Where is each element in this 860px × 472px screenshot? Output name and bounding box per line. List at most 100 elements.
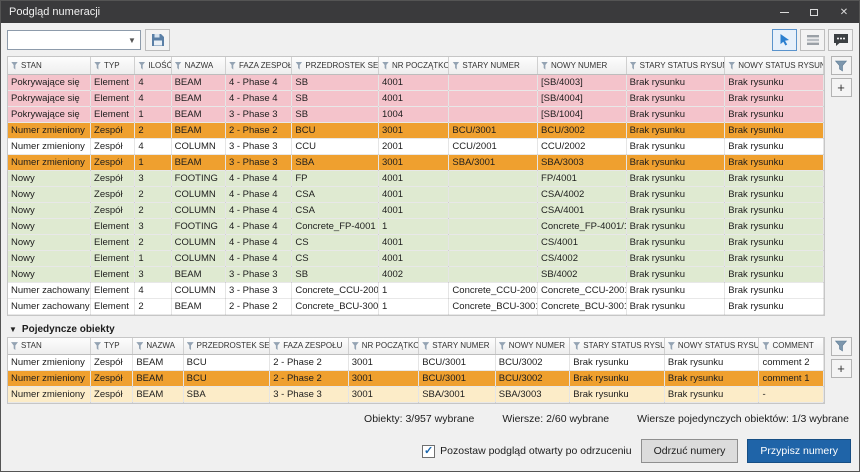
table-cell[interactable]: BCU/3001 [449,122,538,138]
table-cell[interactable]: 4 - Phase 4 [225,234,291,250]
table-cell[interactable]: Concrete_BCU-3001/1 [538,298,627,314]
table-cell[interactable]: Brak rysunku [725,170,824,186]
maximize-button[interactable] [799,1,829,23]
filter-icon[interactable] [11,62,18,70]
filter-icon[interactable] [273,342,280,350]
table-cell[interactable] [449,218,538,234]
filter-icon[interactable] [187,342,194,350]
table-cell[interactable]: SBA/3001 [449,154,538,170]
column-header-typ[interactable]: TYP [91,338,133,355]
table-cell[interactable]: Brak rysunku [626,250,725,266]
table-cell[interactable]: 4 [135,90,171,106]
filter-icon[interactable] [762,342,769,350]
table-cell[interactable]: Nowy [8,250,91,266]
table-cell[interactable]: Element [91,266,135,282]
table-cell[interactable]: Pokrywające się [8,106,91,122]
table-cell[interactable]: Numer zmieniony [8,371,91,387]
filter-icon[interactable] [229,62,236,70]
table-cell[interactable]: Brak rysunku [725,282,824,298]
table-cell[interactable]: Pokrywające się [8,74,91,90]
table-cell[interactable]: BEAM [171,298,225,314]
table-cell[interactable]: Brak rysunku [725,218,824,234]
table-cell[interactable]: Brak rysunku [725,138,824,154]
table-cell[interactable]: BEAM [133,387,183,403]
table-cell[interactable]: Brak rysunku [626,138,725,154]
table-cell[interactable]: Brak rysunku [725,90,824,106]
table-row[interactable]: Numer zmienionyZespółBEAMSBA3 - Phase 33… [8,387,824,403]
table-row[interactable]: NowyElement1COLUMN4 - Phase 4CS4001CS/40… [8,250,824,266]
table-cell[interactable]: Zespół [91,387,133,403]
filter-icon[interactable] [573,342,580,350]
table-cell[interactable]: 4001 [378,90,448,106]
table-cell[interactable]: CS/4002 [538,250,627,266]
table-cell[interactable]: Brak rysunku [626,234,725,250]
table-cell[interactable]: Nowy [8,234,91,250]
filter-icon[interactable] [452,62,459,70]
table-row[interactable]: Pokrywające sięElement4BEAM4 - Phase 4SB… [8,74,824,90]
collapse-icon[interactable]: ▼ [9,325,17,334]
table-cell[interactable]: Brak rysunku [664,387,759,403]
table-cell[interactable]: Brak rysunku [725,202,824,218]
table-cell[interactable]: 2 - Phase 2 [270,371,349,387]
table-cell[interactable]: BEAM [171,154,225,170]
column-header-nazwa[interactable]: NAZWA [133,338,183,355]
table-cell[interactable]: Brak rysunku [725,186,824,202]
table-cell[interactable]: 3001 [378,154,448,170]
table-cell[interactable]: Brak rysunku [626,90,725,106]
table-cell[interactable]: 4002 [378,266,448,282]
table-row[interactable]: NowyZespół2COLUMN4 - Phase 4CSA4001CSA/4… [8,202,824,218]
table-cell[interactable]: Brak rysunku [725,250,824,266]
table-cell[interactable]: Brak rysunku [725,234,824,250]
table-cell[interactable]: SBA/3003 [538,154,627,170]
column-header-ilość[interactable]: ILOŚĆ [135,57,171,74]
table-cell[interactable]: Concrete_CCU-2001 [292,282,379,298]
table-cell[interactable]: - [759,387,824,403]
table-cell[interactable]: 4 - Phase 4 [225,90,291,106]
column-header-nr-początkowy[interactable]: NR POCZĄTKOWY [348,338,418,355]
table-cell[interactable]: 3 [135,266,171,282]
table-cell[interactable]: 3001 [348,371,418,387]
table-cell[interactable] [449,186,538,202]
table-cell[interactable]: 3 - Phase 3 [225,138,291,154]
column-header-stary-numer[interactable]: STARY NUMER [449,57,538,74]
table-row[interactable]: Numer zachowanyElement2BEAM2 - Phase 2Co… [8,298,824,314]
table-cell[interactable]: Element [91,74,135,90]
table-cell[interactable]: CCU [292,138,379,154]
table-cell[interactable]: Zespół [91,355,133,371]
table-cell[interactable]: COLUMN [171,202,225,218]
table-cell[interactable] [449,234,538,250]
table-cell[interactable] [449,170,538,186]
table-cell[interactable]: Concrete_CCU-2001/1 [538,282,627,298]
table-cell[interactable]: CS [292,250,379,266]
table-row[interactable]: NowyZespół3FOOTING4 - Phase 4FP4001FP/40… [8,170,824,186]
table-cell[interactable]: 3 - Phase 3 [270,387,349,403]
table-cell[interactable]: Concrete_FP-4001 [292,218,379,234]
table-cell[interactable]: Zespół [91,202,135,218]
table-cell[interactable]: Numer zachowany [8,298,91,314]
column-header-nowy-status-rysunku[interactable]: NOWY STATUS RYSUNKU [664,338,759,355]
column-header-nr-początkowy[interactable]: NR POCZĄTKOWY [378,57,448,74]
single-objects-section-header[interactable]: ▼ Pojedyncze obiekty [7,322,853,337]
table-cell[interactable]: BCU/3002 [538,122,627,138]
row-filter-button[interactable] [800,29,825,51]
table-cell[interactable]: SBA/3001 [419,387,496,403]
table-cell[interactable]: [SB/4004] [538,90,627,106]
column-header-nowy-numer[interactable]: NOWY NUMER [538,57,627,74]
column-header-nowy-numer[interactable]: NOWY NUMER [495,338,570,355]
filter-icon[interactable] [295,62,302,70]
table-cell[interactable]: Brak rysunku [725,74,824,90]
table-cell[interactable]: Zespół [91,371,133,387]
minimize-button[interactable] [769,1,799,23]
table-cell[interactable]: 3 - Phase 3 [225,266,291,282]
table-cell[interactable]: Brak rysunku [626,266,725,282]
table-cell[interactable]: 3001 [348,387,418,403]
table-row[interactable]: Pokrywające sięElement4BEAM4 - Phase 4SB… [8,90,824,106]
table-cell[interactable] [449,266,538,282]
table-cell[interactable]: Brak rysunku [725,106,824,122]
table-cell[interactable]: SB [292,90,379,106]
table-cell[interactable]: COLUMN [171,138,225,154]
table-cell[interactable]: [SB/4003] [538,74,627,90]
column-header-stary-numer[interactable]: STARY NUMER [419,338,496,355]
table-cell[interactable]: Brak rysunku [570,371,665,387]
table-cell[interactable]: comment 2 [759,355,824,371]
